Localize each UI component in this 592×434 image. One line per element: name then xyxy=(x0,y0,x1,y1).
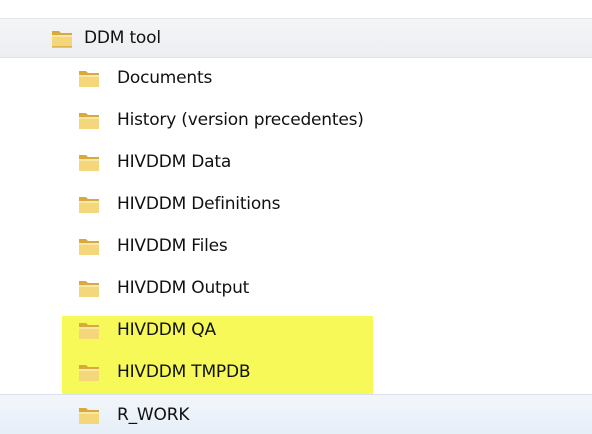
folder-icon xyxy=(77,404,101,426)
tree-item-hivddm-files[interactable]: HIVDDM Files xyxy=(0,226,592,266)
tree-item-label: History (version precedentes) xyxy=(117,110,364,130)
folder-icon xyxy=(77,193,101,215)
tree-item-hivddm-data[interactable]: HIVDDM Data xyxy=(0,142,592,182)
folder-icon xyxy=(77,109,101,131)
tree-item-hivddm-tmpdb[interactable]: HIVDDM TMPDB xyxy=(0,352,592,392)
folder-icon xyxy=(77,319,101,341)
tree-item-hivddm-definitions[interactable]: HIVDDM Definitions xyxy=(0,184,592,224)
tree-item-hivddm-qa[interactable]: HIVDDM QA xyxy=(0,310,592,350)
tree-item-hivddm-output[interactable]: HIVDDM Output xyxy=(0,268,592,308)
tree-item-history[interactable]: History (version precedentes) xyxy=(0,100,592,140)
tree-item-documents[interactable]: Documents xyxy=(0,58,592,98)
folder-icon xyxy=(77,67,101,89)
folder-icon xyxy=(50,27,74,49)
folder-icon xyxy=(77,151,101,173)
tree-item-ddm-tool[interactable]: DDM tool xyxy=(0,18,592,58)
tree-item-label: HIVDDM QA xyxy=(117,320,216,340)
folder-icon xyxy=(77,235,101,257)
tree-item-label: HIVDDM TMPDB xyxy=(117,362,251,382)
tree-item-label: HIVDDM Files xyxy=(117,236,228,256)
folder-icon xyxy=(77,361,101,383)
tree-item-label: Documents xyxy=(117,68,213,88)
tree-item-label: HIVDDM Definitions xyxy=(117,194,281,214)
tree-item-label: HIVDDM Output xyxy=(117,278,250,298)
tree-item-label: DDM tool xyxy=(84,28,161,48)
tree-item-label: HIVDDM Data xyxy=(117,152,232,172)
tree-item-label: R_WORK xyxy=(117,405,190,425)
tree-item-r-work[interactable]: R_WORK xyxy=(0,394,592,434)
folder-icon xyxy=(77,277,101,299)
